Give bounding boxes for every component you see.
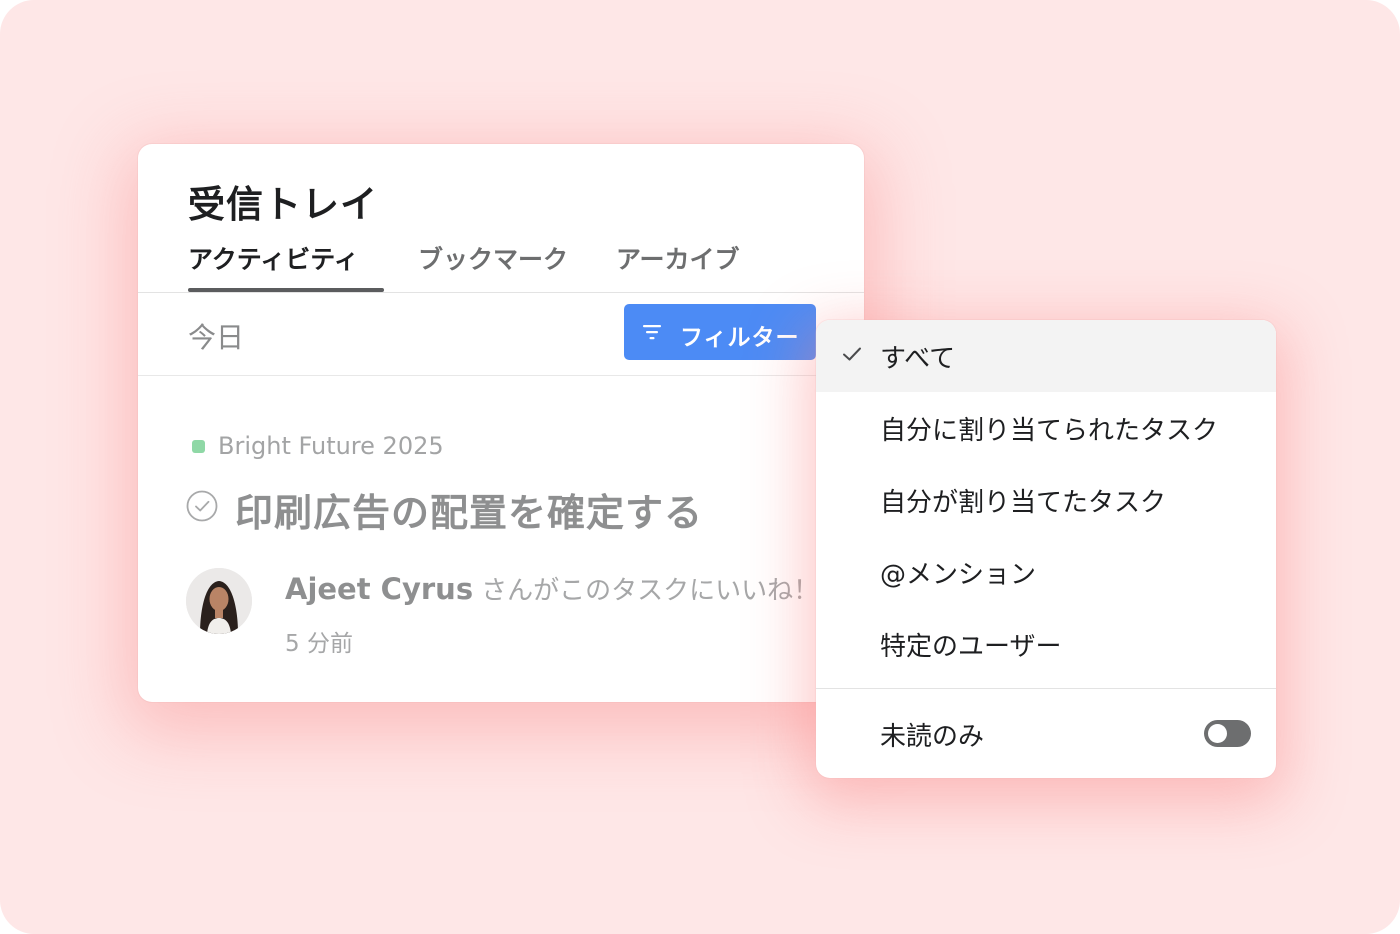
- task-title[interactable]: 印刷広告の配置を確定する: [235, 482, 703, 537]
- unread-only-row: 未読のみ: [816, 698, 1276, 768]
- section-label-today: 今日: [188, 321, 245, 354]
- menu-item-assigned-to-me[interactable]: 自分に割り当てられたタスク: [816, 392, 1276, 464]
- activity-line: Ajeet Cyrus さんがこのタスクにいいね！: [285, 570, 819, 607]
- menu-item-label: @メンション: [880, 560, 1037, 590]
- tab-archive[interactable]: アーカイブ: [616, 240, 740, 276]
- menu-item-all[interactable]: すべて: [816, 320, 1276, 392]
- page-title: 受信トレイ: [188, 183, 378, 226]
- toggle-knob: [1208, 724, 1227, 743]
- menu-item-assigned-by-me[interactable]: 自分が割り当てたタスク: [816, 464, 1276, 536]
- filter-dropdown-menu: すべて 自分に割り当てられたタスク 自分が割り当てたタスク @メンション 特定の…: [816, 320, 1276, 778]
- avatar[interactable]: [186, 568, 252, 634]
- project-color-dot: [192, 440, 205, 453]
- menu-item-label: 特定のユーザー: [880, 632, 1062, 662]
- menu-item-specific-user[interactable]: 特定のユーザー: [816, 608, 1276, 680]
- menu-item-label: 自分が割り当てたタスク: [880, 488, 1167, 518]
- activity-timestamp: 5 分前: [285, 631, 353, 657]
- unread-only-toggle[interactable]: [1204, 720, 1251, 747]
- background-canvas: 受信トレイ アクティビティ ブックマーク アーカイブ 今日 フィルター Brig…: [0, 0, 1400, 934]
- menu-item-label: 自分に割り当てられたタスク: [880, 416, 1219, 446]
- menu-item-label: すべて: [880, 344, 956, 374]
- filter-icon: [643, 325, 661, 340]
- activity-description: さんがこのタスクにいいね！: [481, 576, 820, 606]
- inbox-panel: 受信トレイ アクティビティ ブックマーク アーカイブ 今日 フィルター Brig…: [138, 144, 864, 702]
- unread-only-label: 未読のみ: [880, 722, 985, 752]
- tabs-divider: [138, 292, 864, 293]
- check-icon: [843, 347, 861, 361]
- menu-item-mentions[interactable]: @メンション: [816, 536, 1276, 608]
- tab-bookmarks[interactable]: ブックマーク: [418, 240, 568, 276]
- project-name[interactable]: Bright Future 2025: [218, 432, 444, 460]
- tab-activity[interactable]: アクティビティ: [188, 240, 359, 276]
- section-divider: [138, 375, 864, 376]
- task-complete-checkmark-icon[interactable]: [186, 490, 218, 522]
- filter-button-label: フィルター: [680, 325, 800, 351]
- activity-user-name[interactable]: Ajeet Cyrus: [285, 572, 473, 606]
- filter-button[interactable]: フィルター: [624, 304, 816, 360]
- menu-divider: [816, 688, 1276, 689]
